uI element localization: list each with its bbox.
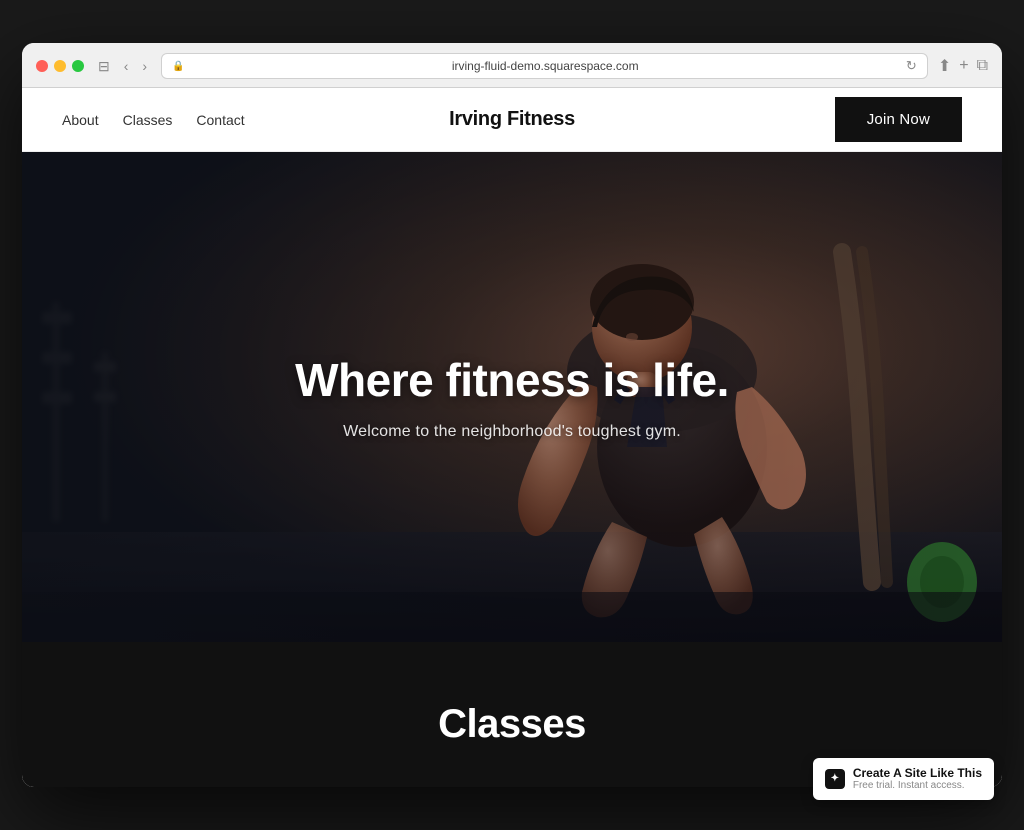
browser-controls: ⊟ ‹ › xyxy=(94,56,151,77)
hero-subtitle: Welcome to the neighborhood's toughest g… xyxy=(212,423,812,441)
close-button[interactable] xyxy=(36,60,48,72)
nav-link-about[interactable]: About xyxy=(62,112,99,128)
navigation: About Classes Contact Irving Fitness Joi… xyxy=(22,88,1002,152)
site-brand: Irving Fitness xyxy=(362,108,662,131)
join-now-button[interactable]: Join Now xyxy=(835,97,962,142)
reload-icon[interactable]: ↻ xyxy=(906,58,917,74)
browser-actions: ⬆ + ⧉ xyxy=(938,56,988,76)
hero-title: Where fitness is life. xyxy=(212,353,812,407)
back-button[interactable]: ‹ xyxy=(120,56,133,76)
badge-sub-text: Free trial. Instant access. xyxy=(853,780,982,792)
url-text: irving-fluid-demo.squarespace.com xyxy=(191,59,900,73)
hero-content: Where fitness is life. Welcome to the ne… xyxy=(212,353,812,441)
squarespace-badge[interactable]: ✦ Create A Site Like This Free trial. In… xyxy=(813,758,994,800)
lock-icon: 🔒 xyxy=(172,61,184,72)
forward-button[interactable]: › xyxy=(138,56,151,76)
squarespace-icon: ✦ xyxy=(825,769,845,789)
badge-text: Create A Site Like This Free trial. Inst… xyxy=(853,766,982,792)
nav-cta: Join Now xyxy=(662,97,962,142)
maximize-button[interactable] xyxy=(72,60,84,72)
minimize-button[interactable] xyxy=(54,60,66,72)
nav-link-classes[interactable]: Classes xyxy=(123,112,173,128)
browser-chrome: ⊟ ‹ › 🔒 irving-fluid-demo.squarespace.co… xyxy=(22,43,1002,88)
nav-links: About Classes Contact xyxy=(62,112,362,128)
window-menu-icon[interactable]: ⊟ xyxy=(94,56,114,77)
new-tab-icon[interactable]: + xyxy=(959,57,968,75)
browser-window: ⊟ ‹ › 🔒 irving-fluid-demo.squarespace.co… xyxy=(22,43,1002,787)
traffic-lights xyxy=(36,60,84,72)
tabs-icon[interactable]: ⧉ xyxy=(977,57,988,75)
address-bar[interactable]: 🔒 irving-fluid-demo.squarespace.com ↻ xyxy=(161,53,928,79)
classes-heading: Classes xyxy=(62,702,962,747)
badge-main-text: Create A Site Like This xyxy=(853,766,982,780)
nav-link-contact[interactable]: Contact xyxy=(196,112,244,128)
website-content: About Classes Contact Irving Fitness Joi… xyxy=(22,88,1002,787)
share-icon[interactable]: ⬆ xyxy=(938,56,951,76)
hero-section: Where fitness is life. Welcome to the ne… xyxy=(22,152,1002,642)
